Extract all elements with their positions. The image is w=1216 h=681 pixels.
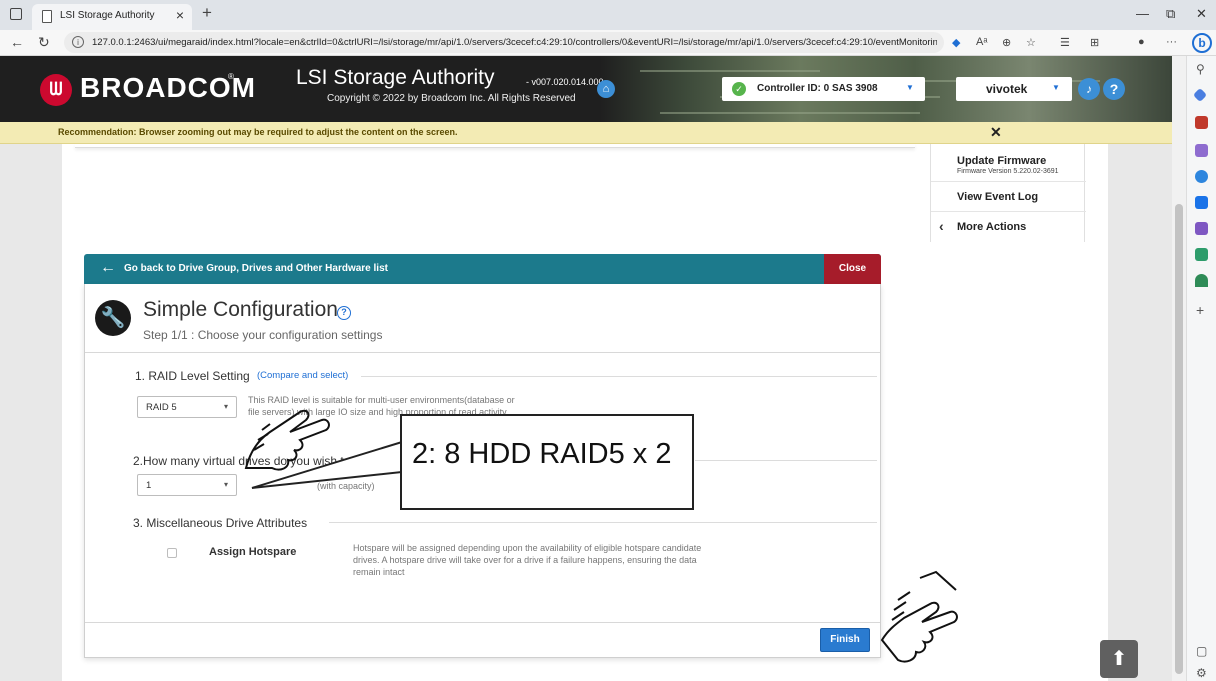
scrollbar-thumb[interactable] (1175, 204, 1183, 674)
edge-sidebar: ⚲ + ▢ ⚙ (1186, 56, 1216, 681)
tools-icon[interactable] (1195, 248, 1208, 261)
callout-text: 2: 8 HDD RAID5 x 2 (412, 438, 672, 470)
annotation-overlay (244, 409, 958, 663)
sidebar-toggle-icon[interactable]: ▢ (1196, 644, 1207, 658)
settings-icon[interactable]: ⚙ (1196, 666, 1207, 680)
drop-icon[interactable] (1195, 222, 1208, 235)
annotation-callout: 2: 8 HDD RAID5 x 2 (400, 414, 694, 510)
page-scrollbar[interactable] (1172, 56, 1186, 681)
pointing-hand-icon (880, 570, 958, 663)
people-icon[interactable] (1195, 144, 1208, 157)
games-icon[interactable] (1195, 274, 1208, 287)
office-icon[interactable] (1195, 170, 1208, 183)
discover-icon[interactable] (1192, 87, 1208, 103)
pointing-hand-icon (244, 409, 330, 471)
scroll-to-top-button[interactable]: ⬆ (1100, 640, 1138, 678)
shopping-icon[interactable] (1195, 116, 1208, 129)
search-icon[interactable]: ⚲ (1196, 62, 1205, 76)
callout-pointer (251, 440, 403, 489)
outlook-icon[interactable] (1195, 196, 1208, 209)
add-icon[interactable]: + (1196, 302, 1204, 318)
